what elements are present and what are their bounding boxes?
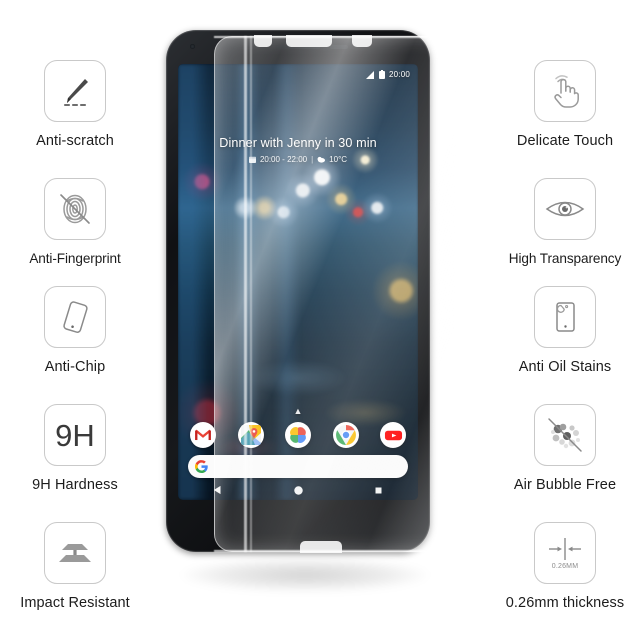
right-feature-column: Delicate Touch High Transparency Anti Oi… — [490, 0, 640, 640]
feature-label: Anti-scratch — [36, 133, 114, 149]
feature-anti-chip: Anti-Chip — [0, 286, 150, 375]
front-camera-icon — [190, 44, 195, 49]
phone-drop-shadow — [180, 558, 430, 592]
app-dock — [178, 422, 418, 448]
gmail-app-icon[interactable] — [190, 422, 216, 448]
widget-separator: | — [311, 155, 314, 164]
impact-layers-icon — [44, 522, 106, 584]
smartphone-device: 20:00 Dinner with Jenny in 30 min 20:00 … — [166, 30, 430, 552]
feature-label: High Transparency — [508, 251, 622, 266]
feature-label: Delicate Touch — [516, 133, 614, 149]
product-infographic: Anti-scratch Anti-Fingerprint Anti-Chip … — [0, 0, 640, 640]
widget-temperature: 10°C — [329, 155, 348, 164]
eye-icon — [534, 178, 596, 240]
status-bar: 20:00 — [365, 70, 410, 79]
feature-thickness: 0.26MM 0.26mm thickness — [490, 522, 640, 611]
feature-9h-hardness: 9H 9H Hardness — [0, 404, 150, 493]
feature-label: Air Bubble Free — [513, 477, 617, 493]
bubbles-slash-icon — [534, 404, 596, 466]
app-drawer-chevron-icon[interactable]: ▲ — [294, 406, 303, 416]
feature-label: 0.26mm thickness — [505, 595, 625, 611]
nine-h-icon: 9H — [44, 404, 106, 466]
earpiece-speaker — [276, 45, 320, 49]
photos-app-icon[interactable] — [285, 422, 311, 448]
feature-label: Anti-Chip — [44, 359, 106, 375]
youtube-app-icon[interactable] — [380, 422, 406, 448]
oil-drop-phone-icon — [534, 286, 596, 348]
battery-icon — [378, 70, 385, 79]
feature-delicate-touch: Delicate Touch — [490, 60, 640, 149]
phone-screen[interactable]: 20:00 Dinner with Jenny in 30 min 20:00 … — [178, 64, 418, 500]
back-nav-button — [213, 485, 221, 495]
pen-scratch-icon — [44, 60, 106, 122]
thickness-arrows-icon: 0.26MM — [534, 522, 596, 584]
phone-with-screen-protector: 20:00 Dinner with Jenny in 30 min 20:00 … — [152, 18, 456, 618]
sensor-slot — [330, 45, 348, 49]
pointing-hand-icon — [534, 60, 596, 122]
feature-air-bubble-free: Air Bubble Free — [490, 404, 640, 493]
signal-bars-icon — [365, 70, 374, 79]
feature-anti-oil-stains: Anti Oil Stains — [490, 286, 640, 375]
status-bar-clock: 20:00 — [388, 70, 410, 79]
tilted-phone-icon — [44, 286, 106, 348]
left-feature-column: Anti-scratch Anti-Fingerprint Anti-Chip … — [0, 0, 150, 640]
calendar-widget[interactable]: Dinner with Jenny in 30 min 20:00 - 22:0… — [178, 136, 418, 164]
fingerprint-slash-icon — [44, 178, 106, 240]
android-nav-bar — [178, 480, 418, 500]
hardness-glyph: 9H — [55, 417, 95, 453]
phone-top-bezel — [166, 30, 430, 64]
maps-app-icon[interactable] — [237, 422, 264, 448]
cloud-icon — [317, 156, 326, 163]
feature-anti-fingerprint: Anti-Fingerprint — [0, 178, 150, 266]
calendar-icon — [248, 156, 256, 163]
feature-label: 9H Hardness — [32, 477, 118, 493]
feature-label: Impact Resistant — [20, 595, 130, 611]
widget-subtitle: 20:00 - 22:00 | 10°C — [186, 155, 410, 164]
recents-nav-button — [375, 487, 382, 493]
feature-impact-resistant: Impact Resistant — [0, 522, 150, 611]
feature-label: Anti Oil Stains — [518, 359, 612, 375]
widget-title: Dinner with Jenny in 30 min — [219, 136, 377, 150]
google-search-bar[interactable] — [188, 455, 408, 478]
google-g-icon — [195, 460, 208, 473]
feature-anti-scratch: Anti-scratch — [0, 60, 150, 149]
chrome-app-icon[interactable] — [332, 422, 359, 448]
home-nav-button — [294, 485, 303, 495]
phone-bottom-bezel — [166, 500, 430, 552]
feature-high-transparency: High Transparency — [490, 178, 640, 266]
feature-label: Anti-Fingerprint — [29, 251, 121, 266]
thickness-caption: 0.26MM — [551, 563, 579, 570]
widget-time-range: 20:00 - 22:00 — [259, 155, 308, 164]
